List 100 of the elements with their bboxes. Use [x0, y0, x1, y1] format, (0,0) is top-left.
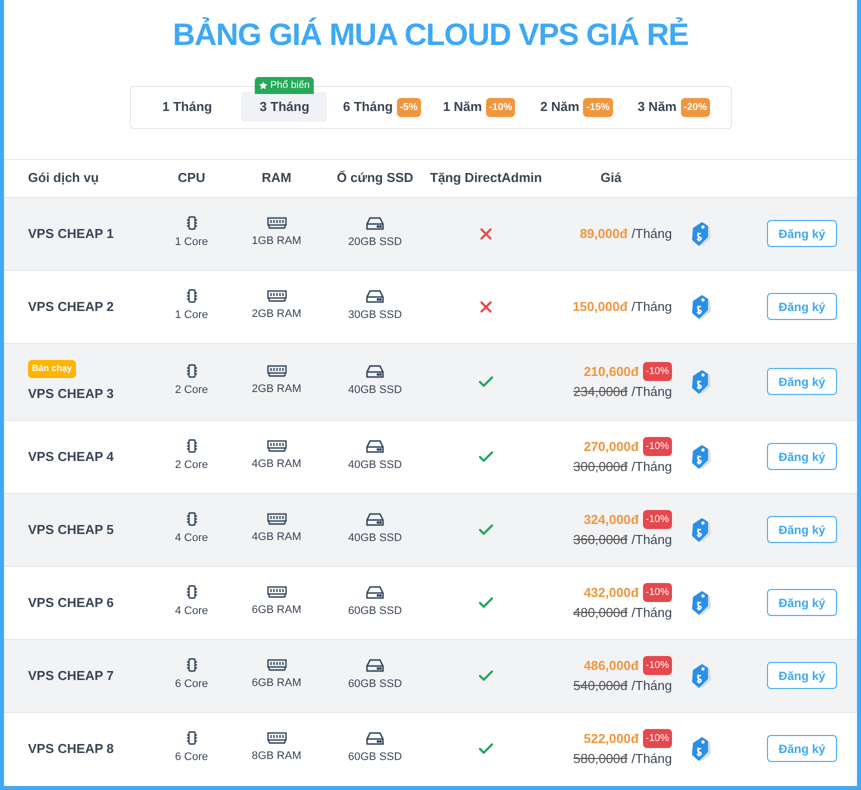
price: 150,000đ — [572, 298, 628, 316]
ram-value: 4GB RAM — [252, 530, 302, 546]
old-price: 580,000đ — [573, 750, 628, 768]
ssd-value: 60GB SSD — [348, 750, 402, 765]
price-unit: /Tháng — [632, 382, 672, 401]
price-unit: /Tháng — [632, 458, 672, 476]
register-button[interactable]: Đăng ký — [767, 220, 837, 247]
discount-badge: -10% — [642, 362, 672, 382]
discount-badge: -20% — [680, 98, 710, 116]
chip-icon — [186, 364, 198, 378]
column-header: CPU — [176, 169, 206, 188]
chip-icon — [186, 731, 198, 746]
price-tag-icon — [689, 442, 713, 470]
plan-name: VPS CHEAP 4 — [28, 448, 114, 466]
cpu-value: 4 Core — [174, 531, 208, 546]
page-title: BẢNG GIÁ MUA CLOUD VPS GIÁ RẺ — [172, 16, 688, 54]
price-tag-icon — [689, 516, 713, 544]
ram-value: 4GB RAM — [252, 457, 302, 472]
period-tab[interactable]: 1 Năm -10% — [436, 92, 522, 122]
memory-icon — [266, 365, 286, 378]
cpu-value: 2 Core — [174, 458, 208, 474]
cpu-value: 4 Core — [174, 604, 208, 620]
price-unit: /Tháng — [632, 224, 672, 243]
plan-name: VPS CHEAP 5 — [28, 520, 114, 539]
register-button[interactable]: Đăng ký — [767, 443, 837, 470]
register-button[interactable]: Đăng ký — [767, 662, 837, 689]
price-unit: /Tháng — [632, 676, 672, 695]
memory-icon — [266, 440, 286, 452]
memory-icon — [266, 732, 286, 744]
price-tag-icon — [689, 588, 713, 616]
column-header: Ổ cứng SSD — [336, 169, 414, 188]
cpu-value: 1 Core — [174, 308, 208, 324]
period-tab[interactable]: 1 Tháng — [144, 92, 230, 122]
register-button[interactable]: Đăng ký — [767, 368, 837, 395]
plan-name: VPS CHEAP 3 — [28, 384, 114, 402]
discount-badge: -5% — [396, 98, 421, 116]
hard-drive-icon — [366, 658, 384, 672]
column-header: Giá — [600, 169, 622, 188]
period-tab[interactable]: 6 Tháng -5% — [338, 92, 425, 122]
discount-badge: -10% — [486, 98, 516, 116]
period-tab[interactable]: 3 Năm -20% — [630, 92, 717, 122]
ram-value: 2GB RAM — [252, 382, 302, 398]
register-button[interactable]: Đăng ký — [767, 589, 837, 616]
chip-icon — [186, 585, 198, 600]
memory-icon — [266, 586, 286, 598]
price-tag-icon — [689, 662, 713, 690]
chip-icon — [186, 512, 198, 526]
column-header: Tặng DirectAdmin — [429, 169, 543, 188]
period-tab[interactable]: 2 Năm -15% — [533, 92, 620, 122]
memory-icon — [266, 217, 286, 230]
ram-value: 6GB RAM — [252, 603, 302, 618]
price-unit: /Tháng — [632, 298, 672, 316]
ssd-value: 60GB SSD — [348, 604, 402, 619]
bestseller-badge: Bán chạy — [28, 360, 76, 378]
ssd-value: 20GB SSD — [348, 234, 402, 250]
price: 270,000đ — [584, 438, 639, 456]
price: 432,000đ — [584, 584, 639, 602]
plan-name: VPS CHEAP 2 — [28, 298, 114, 316]
plan-name: VPS CHEAP 8 — [28, 740, 114, 758]
register-button[interactable]: Đăng ký — [767, 735, 837, 762]
price: 522,000đ — [584, 730, 639, 748]
cpu-value: 6 Core — [174, 677, 208, 692]
hard-drive-icon — [366, 364, 384, 378]
ssd-value: 40GB SSD — [348, 530, 402, 546]
ram-value: 1GB RAM — [252, 234, 302, 250]
register-button[interactable]: Đăng ký — [767, 516, 837, 543]
price: 324,000đ — [584, 511, 639, 529]
price-unit: /Tháng — [632, 750, 672, 768]
column-header: Gói dịch vụ — [27, 169, 100, 188]
price-tag-icon — [689, 292, 713, 320]
hard-drive-icon — [366, 440, 384, 453]
price: 486,000đ — [584, 657, 639, 675]
cpu-value: 2 Core — [174, 383, 208, 398]
chip-icon — [186, 658, 198, 672]
discount-badge: -15% — [583, 98, 613, 116]
hard-drive-icon — [366, 512, 384, 526]
old-price: 480,000đ — [573, 604, 628, 622]
memory-icon — [266, 513, 286, 526]
price-unit: /Tháng — [632, 604, 672, 622]
register-button[interactable]: Đăng ký — [767, 293, 837, 320]
ssd-value: 40GB SSD — [348, 382, 402, 398]
chip-icon — [186, 439, 198, 454]
cpu-value: 1 Core — [174, 235, 208, 250]
discount-badge: -10% — [642, 656, 672, 676]
memory-icon — [266, 290, 286, 302]
star-icon — [259, 81, 268, 90]
price-tag-icon — [689, 220, 713, 248]
ram-value: 2GB RAM — [252, 307, 302, 322]
ram-value: 8GB RAM — [252, 749, 302, 764]
ssd-value: 60GB SSD — [348, 676, 402, 692]
chip-icon — [186, 289, 198, 304]
discount-badge: -10% — [642, 729, 672, 748]
plan-name: VPS CHEAP 7 — [28, 666, 114, 685]
plan-name: VPS CHEAP 1 — [28, 224, 114, 243]
old-price: 540,000đ — [573, 676, 628, 694]
column-header: RAM — [260, 169, 292, 188]
hard-drive-icon — [366, 216, 384, 230]
price-tag-icon — [689, 368, 713, 396]
period-tab[interactable]: 3 Tháng — [241, 92, 328, 122]
price: 89,000đ — [580, 224, 628, 243]
